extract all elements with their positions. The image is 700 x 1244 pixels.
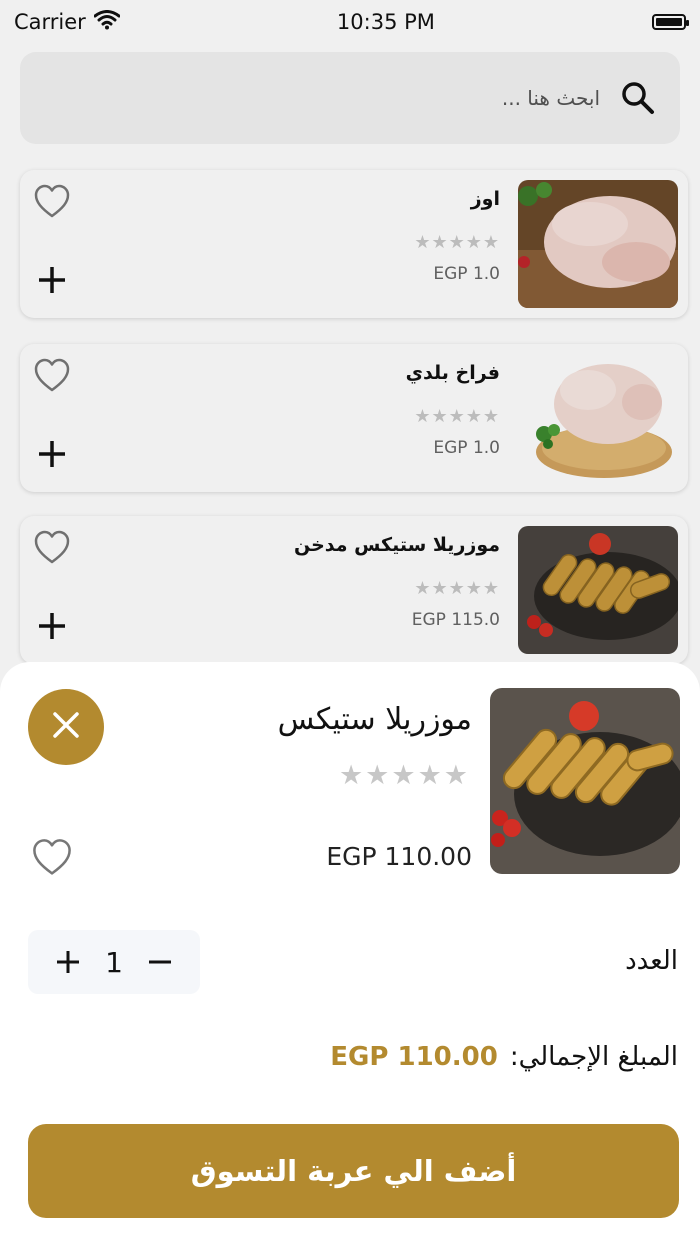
quantity-stepper: 1 [28, 930, 200, 994]
heart-icon[interactable] [30, 836, 74, 880]
product-detail-sheet: موزريلا ستيكس ★★★★★ EGP 110.00 1 العدد ا… [0, 662, 700, 1244]
total-value: EGP 110.00 [330, 1042, 498, 1072]
product-title: موزريلا ستيكس [277, 702, 472, 737]
product-rating: ★★★★★ [338, 760, 470, 791]
total-label: المبلغ الإجمالي: [509, 1042, 678, 1072]
decrease-button[interactable] [142, 944, 178, 980]
increase-button[interactable] [50, 944, 86, 980]
total-row: المبلغ الإجمالي: EGP 110.00 [330, 1042, 678, 1072]
quantity-label: العدد [625, 946, 678, 976]
add-to-cart-button[interactable]: أضف الي عربة التسوق [28, 1124, 679, 1218]
quantity-value: 1 [105, 945, 123, 979]
close-icon [49, 708, 83, 746]
product-image-mozzarella [490, 688, 680, 874]
product-price: EGP 110.00 [326, 842, 472, 871]
close-button[interactable] [28, 689, 104, 765]
